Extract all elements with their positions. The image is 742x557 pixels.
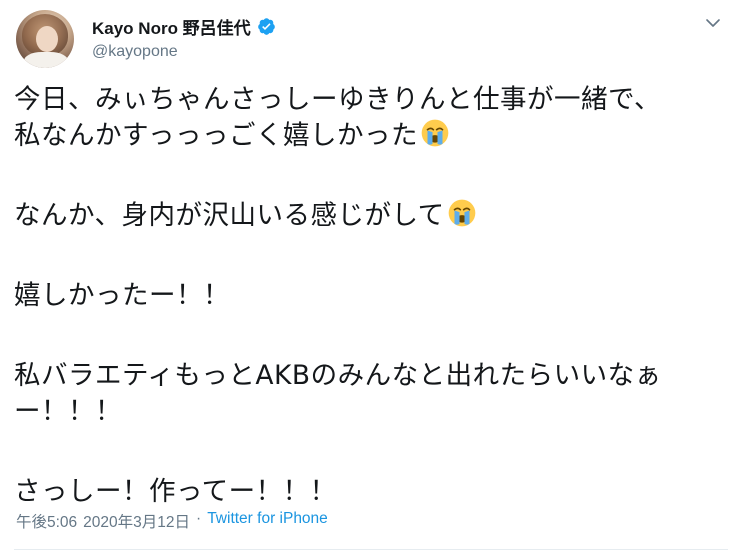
tweet-line: 私なんかすっっっごく嬉しかった [14, 118, 730, 154]
loudly-crying-face-emoji [448, 199, 476, 227]
tweet-meta: 午後5:06 2020年3月12日 · Twitter for iPhone [16, 510, 328, 532]
tweet-line-text: なんか、身内が沢山いる感じがして [14, 200, 445, 231]
tweet-line: なんか、身内が沢山いる感じがして [14, 198, 730, 234]
divider [14, 549, 728, 550]
tweet-source-link[interactable]: Twitter for iPhone [207, 510, 328, 532]
verified-badge-icon [257, 17, 275, 35]
author-handle[interactable]: @kayopone [92, 43, 178, 61]
tweet-time[interactable]: 午後5:06 [16, 510, 77, 532]
avatar-face [36, 26, 58, 52]
loudly-crying-face-emoji [421, 119, 449, 147]
tweet-line: 嬉しかったー！！ [14, 280, 230, 311]
tweet-line: 今日、みぃちゃんさっしーゆきりんと仕事が一緒で、 [14, 84, 661, 115]
tweet-date[interactable]: 2020年3月12日 [83, 510, 190, 532]
avatar-shirt [24, 52, 68, 68]
tweet-card: Kayo Noro 野呂佳代 @kayopone 今日、みぃちゃんさっしーゆきり… [0, 0, 742, 557]
tweet-text: 今日、みぃちゃんさっしーゆきりんと仕事が一緒で、 私なんかすっっっごく嬉しかった… [14, 82, 730, 510]
avatar[interactable] [16, 10, 74, 68]
tweet-line: さっしー！作ってー！！！ [14, 476, 337, 507]
chevron-down-icon[interactable] [704, 14, 722, 32]
tweet-line-text: 私なんかすっっっごく嬉しかった [14, 120, 418, 151]
tweet-line: 私バラエティもっとAKBのみんなと出れたらいいなぁ [14, 360, 662, 391]
meta-separator: · [196, 510, 202, 527]
tweet-header: Kayo Noro 野呂佳代 @kayopone [14, 10, 728, 68]
author-display-name[interactable]: Kayo Noro 野呂佳代 [92, 14, 251, 39]
tweet-line: ー！！！ [14, 396, 122, 427]
author-name-row[interactable]: Kayo Noro 野呂佳代 [92, 14, 276, 39]
